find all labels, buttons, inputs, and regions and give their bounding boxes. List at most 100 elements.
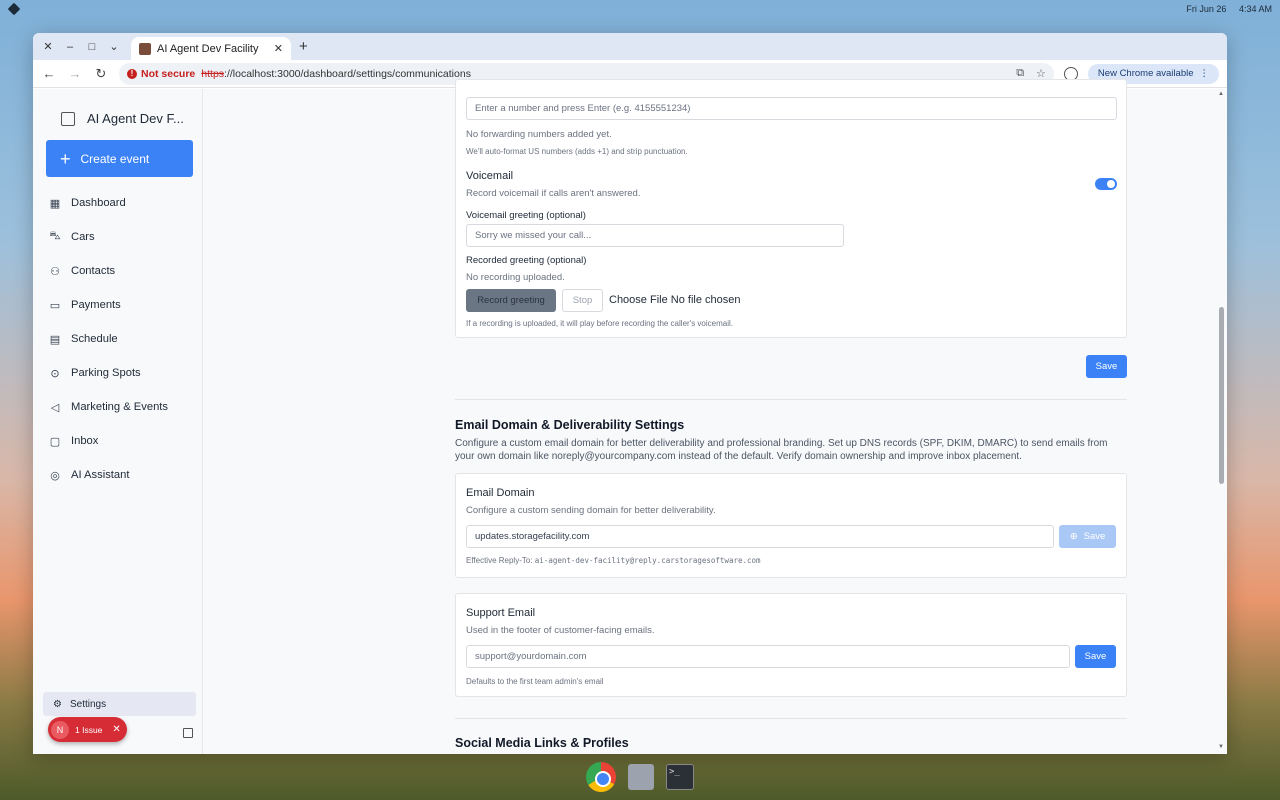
- chrome-taskbar-icon[interactable]: [586, 762, 616, 792]
- scroll-up-arrow-icon[interactable]: ▲: [1218, 91, 1224, 97]
- ai-icon: ◎: [50, 469, 60, 482]
- sidebar-item-settings[interactable]: ⚙ Settings: [43, 692, 196, 716]
- close-icon[interactable]: ✕: [112, 724, 120, 735]
- support-email-save-button[interactable]: Save: [1075, 645, 1116, 668]
- not-secure-label: Not secure: [141, 67, 196, 80]
- settings-main: Enter a number and press Enter (e.g. 415…: [455, 79, 1127, 754]
- system-top-bar: Fri Jun 26 4:34 AM: [0, 0, 1280, 18]
- tab-favicon-icon: [139, 42, 151, 55]
- sidebar-item-label: AI Assistant: [71, 469, 130, 481]
- voicemail-title: Voicemail: [466, 170, 514, 182]
- pin-icon: ⊙: [50, 367, 60, 380]
- warning-icon: !: [127, 68, 137, 79]
- browser-tab[interactable]: AI Agent Dev Facility ✕: [131, 37, 291, 60]
- file-picker[interactable]: Choose File No file chosen: [609, 294, 740, 306]
- grid-icon: ▦: [49, 197, 61, 210]
- section-divider: [455, 718, 1127, 719]
- tab-title: AI Agent Dev Facility: [157, 42, 259, 55]
- voicemail-footer-hint: If a recording is uploaded, it will play…: [466, 319, 733, 328]
- social-section-title: Social Media Links & Profiles: [455, 736, 629, 750]
- new-tab-plus-icon[interactable]: +: [299, 38, 308, 55]
- scrollbar-thumb[interactable]: [1219, 307, 1224, 484]
- record-greeting-button[interactable]: Record greeting: [466, 289, 556, 312]
- app-taskbar-icon[interactable]: [628, 764, 654, 790]
- support-email-card: Support Email Used in the footer of cust…: [455, 593, 1127, 697]
- tab-search-chevron-icon[interactable]: ⌄: [105, 38, 123, 56]
- page-scrollbar[interactable]: ▲ ▼: [1215, 89, 1227, 754]
- calendar-icon: ▤: [49, 333, 61, 346]
- reply-to-label: Effective Reply-To:: [466, 556, 533, 565]
- window-close-icon[interactable]: ✕: [39, 38, 57, 56]
- choose-file-button[interactable]: Choose File: [609, 294, 668, 306]
- sidebar-item-payments[interactable]: ▭ Payments: [33, 288, 203, 322]
- support-email-desc: Used in the footer of customer-facing em…: [466, 625, 655, 636]
- browser-window: ✕ – □ ⌄ AI Agent Dev Facility ✕ + ← → ↻ …: [33, 33, 1227, 754]
- voicemail-toggle[interactable]: [1095, 178, 1117, 190]
- sidebar-item-label: Contacts: [71, 265, 116, 277]
- forwarding-empty-text: No forwarding numbers added yet.: [466, 129, 612, 140]
- tab-close-icon[interactable]: ✕: [274, 42, 283, 55]
- new-chrome-label: New Chrome available: [1097, 68, 1194, 79]
- not-secure-indicator[interactable]: ! Not secure: [127, 68, 195, 80]
- forward-arrow-icon[interactable]: →: [67, 66, 83, 81]
- terminal-taskbar-icon[interactable]: >_: [666, 764, 694, 790]
- create-event-button[interactable]: + Create event: [46, 140, 193, 177]
- sidebar-item-cars[interactable]: ⛍ Cars: [33, 220, 203, 254]
- building-icon: [61, 111, 75, 126]
- sidebar-item-marketing[interactable]: ◁ Marketing & Events: [33, 390, 203, 424]
- voicemail-save-button[interactable]: Save: [1086, 355, 1127, 378]
- call-forwarding-card: Enter a number and press Enter (e.g. 415…: [455, 79, 1127, 338]
- window-minimize-icon[interactable]: –: [61, 38, 79, 56]
- gear-icon: ⚙: [53, 698, 62, 710]
- email-domain-title: Email Domain: [466, 487, 535, 499]
- window-maximize-icon[interactable]: □: [83, 38, 101, 56]
- sidebar-item-label: Settings: [69, 698, 107, 710]
- url-scheme: https: [201, 67, 225, 80]
- forwarding-hint: We'll auto-format US numbers (adds +1) a…: [466, 147, 688, 156]
- next-logo-icon: N: [51, 720, 69, 739]
- sidebar-item-inbox[interactable]: ▢ Inbox: [33, 424, 203, 458]
- brand[interactable]: AI Agent Dev F...: [61, 111, 184, 126]
- sidebar-item-parking-spots[interactable]: ⊙ Parking Spots: [33, 356, 203, 390]
- sidebar-item-label: Dashboard: [71, 197, 126, 209]
- system-time: 4:34 AM: [1238, 4, 1272, 14]
- sidebar-item-schedule[interactable]: ▤ Schedule: [33, 322, 203, 356]
- email-domain-save-label: Save: [1083, 531, 1106, 542]
- sidebar-item-label: Marketing & Events: [71, 401, 169, 413]
- sidebar-item-label: Cars: [71, 231, 95, 243]
- url-text: https://localhost:3000/dashboard/setting…: [201, 68, 471, 80]
- support-email-hint: Defaults to the first team admin's email: [466, 677, 604, 686]
- sidebar-item-dashboard[interactable]: ▦ Dashboard: [33, 186, 203, 220]
- brand-name: AI Agent Dev F...: [87, 111, 184, 126]
- reply-to-line: Effective Reply-To: ai-agent-dev-facilit…: [466, 556, 761, 565]
- reload-icon[interactable]: ↻: [93, 66, 109, 82]
- issues-badge[interactable]: N 1 Issue ✕: [48, 717, 127, 742]
- collapse-sidebar-icon[interactable]: [183, 728, 193, 738]
- sidebar-item-label: Parking Spots: [71, 367, 141, 379]
- sidebar-item-contacts[interactable]: ⚇ Contacts: [33, 254, 203, 288]
- users-icon: ⚇: [50, 265, 60, 278]
- os-logo-icon[interactable]: [7, 2, 21, 16]
- tab-strip: ✕ – □ ⌄ AI Agent Dev Facility ✕ +: [33, 33, 1227, 60]
- email-domain-save-button[interactable]: ⊕ Save: [1059, 525, 1116, 548]
- taskbar: >_: [0, 754, 1280, 800]
- create-event-label: Create event: [80, 151, 150, 166]
- system-clock[interactable]: Fri Jun 26 4:34 AM: [1176, 4, 1272, 14]
- chat-icon: ▢: [49, 435, 61, 448]
- sidebar-item-ai-assistant[interactable]: ◎ AI Assistant: [33, 458, 203, 492]
- forwarding-number-input[interactable]: Enter a number and press Enter (e.g. 415…: [466, 97, 1117, 120]
- support-email-input[interactable]: support@yourdomain.com: [466, 645, 1070, 668]
- email-domain-desc: Configure a custom sending domain for be…: [466, 505, 716, 516]
- car-icon: ⛍: [49, 230, 61, 242]
- no-file-text: No file chosen: [670, 294, 741, 306]
- voicemail-desc: Record voicemail if calls aren't answere…: [466, 188, 641, 199]
- back-arrow-icon[interactable]: ←: [41, 66, 57, 81]
- globe-icon: ⊕: [1069, 531, 1078, 542]
- issues-label: 1 Issue: [75, 724, 103, 735]
- stop-button[interactable]: Stop: [562, 289, 603, 312]
- recorded-greeting-status: No recording uploaded.: [466, 272, 565, 283]
- scroll-down-arrow-icon[interactable]: ▼: [1218, 744, 1224, 750]
- plus-icon: +: [60, 148, 71, 169]
- email-domain-input[interactable]: updates.storagefacility.com: [466, 525, 1054, 548]
- voicemail-greeting-input[interactable]: Sorry we missed your call...: [466, 224, 844, 247]
